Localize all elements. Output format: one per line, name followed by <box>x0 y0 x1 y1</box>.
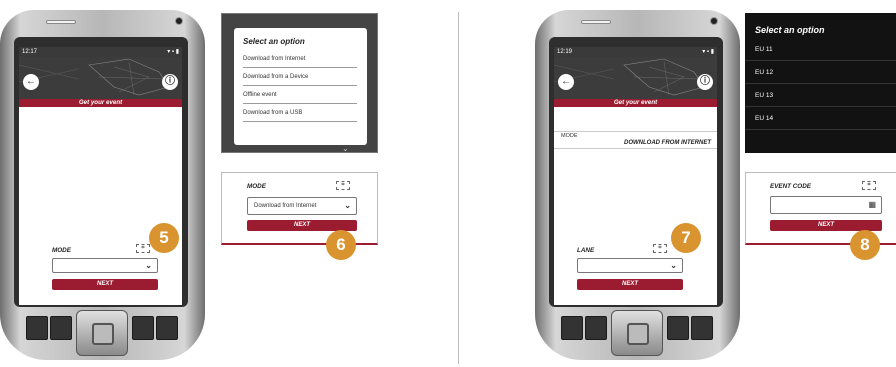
speaker <box>46 20 76 24</box>
lane-select[interactable]: ⌄ <box>577 258 683 273</box>
step-badge-6: 6 <box>326 230 356 260</box>
event-code-input[interactable]: ▦ <box>770 196 882 214</box>
qr-scan-icon[interactable]: ⌗ <box>862 181 876 190</box>
option-item[interactable]: EU 12 <box>745 61 896 84</box>
option-popup-panel: Select an option Download from Internet … <box>221 13 378 153</box>
chevron-down-icon: ⌄ <box>145 261 152 270</box>
chevron-down-icon: ⌄ <box>342 144 349 153</box>
mode-select[interactable]: ⌄ <box>52 258 158 273</box>
hw-key[interactable] <box>691 316 713 340</box>
hw-key[interactable] <box>132 316 154 340</box>
step-badge-5: 5 <box>149 223 179 253</box>
option-item[interactable]: EU 13 <box>745 84 896 107</box>
screen: 12:19 ▾ ▪ ▮ ← ⓘ Get your event MODE DOWNL… <box>554 47 717 305</box>
hw-center-key[interactable] <box>611 310 663 356</box>
hw-key[interactable] <box>26 316 48 340</box>
app-header: ← ⓘ <box>19 57 182 99</box>
mode-label: MODE <box>52 247 71 254</box>
option-item[interactable]: Download from Internet <box>243 50 357 68</box>
calculator-icon[interactable]: ▦ <box>868 198 876 211</box>
status-icons: ▾ ▪ ▮ <box>167 49 179 55</box>
mode-select-value: Download from Internet <box>254 203 317 209</box>
hw-key[interactable] <box>50 316 72 340</box>
screen: 12:17 ▾ ▪ ▮ ← ⓘ Get your event MODE ⌗ ⌄ N… <box>19 47 182 305</box>
mode-summary-row: MODE DOWNLOAD FROM INTERNET <box>554 131 717 149</box>
mode-select[interactable]: Download from Internet ⌄ <box>247 197 357 215</box>
qr-scan-icon[interactable]: ⌗ <box>136 244 150 253</box>
camera-icon <box>710 17 718 25</box>
header-map-graphic <box>554 58 705 96</box>
divider <box>458 12 459 364</box>
info-button[interactable]: ⓘ <box>162 74 178 90</box>
hw-key[interactable] <box>561 316 583 340</box>
mode-summary-value: DOWNLOAD FROM INTERNET <box>624 140 711 146</box>
option-item[interactable]: EU 14 <box>745 107 896 130</box>
back-button[interactable]: ← <box>23 74 39 90</box>
chevron-down-icon: ⌄ <box>344 201 351 210</box>
event-code-label: EVENT CODE <box>770 183 811 190</box>
step-badge-7: 7 <box>671 223 701 253</box>
speaker <box>581 20 611 24</box>
step-badge-8: 8 <box>850 230 880 260</box>
chevron-down-icon: ⌄ <box>670 261 677 270</box>
popup-title: Select an option <box>243 37 305 46</box>
hw-key[interactable] <box>667 316 689 340</box>
option-list-dark: Select an option EU 11 EU 12 EU 13 EU 14 <box>745 13 896 153</box>
status-icons: ▾ ▪ ▮ <box>702 49 714 55</box>
status-time: 12:19 <box>557 49 573 55</box>
hw-key[interactable] <box>156 316 178 340</box>
back-button[interactable]: ← <box>558 74 574 90</box>
status-bar: 12:19 ▾ ▪ ▮ <box>554 47 717 57</box>
mode-label: MODE <box>247 183 266 190</box>
mode-panel: MODE ⌗ Download from Internet ⌄ NEXT <box>221 172 378 245</box>
mode-summary-label: MODE <box>561 133 578 139</box>
option-item[interactable]: Download from a Device <box>243 68 357 86</box>
device-left: 12:17 ▾ ▪ ▮ ← ⓘ Get your event MODE ⌗ ⌄ N… <box>0 10 205 360</box>
lane-label: LANE <box>577 247 595 254</box>
popup-title: Select an option <box>755 25 825 35</box>
hw-key[interactable] <box>585 316 607 340</box>
camera-icon <box>175 17 183 25</box>
header-title: Get your event <box>19 99 182 107</box>
header-map-graphic <box>19 58 170 96</box>
hardware-keys <box>551 310 723 356</box>
option-item[interactable]: Offline event <box>243 86 357 104</box>
hardware-keys <box>16 310 188 356</box>
next-button[interactable]: NEXT <box>52 279 158 290</box>
option-item[interactable]: EU 11 <box>745 38 896 61</box>
qr-scan-icon[interactable]: ⌗ <box>336 181 350 190</box>
qr-scan-icon[interactable]: ⌗ <box>653 244 667 253</box>
info-button[interactable]: ⓘ <box>697 74 713 90</box>
device-right: 12:19 ▾ ▪ ▮ ← ⓘ Get your event MODE DOWNL… <box>535 10 740 360</box>
status-bar: 12:17 ▾ ▪ ▮ <box>19 47 182 57</box>
option-item[interactable]: Download from a USB <box>243 104 357 122</box>
app-header: ← ⓘ <box>554 57 717 99</box>
status-time: 12:17 <box>22 49 38 55</box>
hw-center-key[interactable] <box>76 310 128 356</box>
header-title: Get your event <box>554 99 717 107</box>
popup-card: Select an option Download from Internet … <box>234 28 367 145</box>
next-button[interactable]: NEXT <box>577 279 683 290</box>
